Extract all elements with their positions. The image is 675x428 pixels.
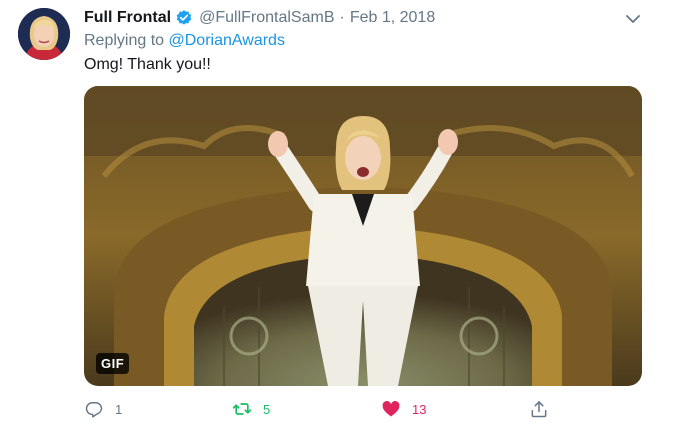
like-button[interactable]: 13	[381, 396, 426, 422]
tweet-text: Omg! Thank you!!	[84, 56, 211, 73]
tweet-media-gif[interactable]: GIF	[84, 86, 642, 386]
share-icon	[531, 401, 547, 418]
tweet-actions: 1 5 13	[84, 396, 554, 422]
avatar[interactable]	[18, 8, 70, 60]
replying-to: Replying to @DorianAwards	[84, 32, 285, 50]
share-button[interactable]	[529, 396, 549, 422]
reply-count: 1	[115, 401, 123, 417]
verified-badge-icon	[175, 9, 193, 27]
gif-badge: GIF	[96, 353, 130, 374]
tweet-header: Full Frontal @FullFrontalSamB · Feb 1, 2…	[84, 8, 435, 28]
tweet[interactable]: Full Frontal @FullFrontalSamB · Feb 1, 2…	[0, 0, 675, 428]
avatar-image	[18, 8, 70, 60]
heart-icon	[382, 401, 400, 417]
user-handle[interactable]: @FullFrontalSamB	[199, 9, 334, 27]
separator-dot: ·	[339, 9, 345, 26]
retweet-icon	[232, 403, 252, 415]
retweet-count: 5	[263, 401, 271, 417]
retweet-button[interactable]: 5	[232, 396, 270, 422]
tweet-date[interactable]: Feb 1, 2018	[350, 9, 435, 27]
reply-button[interactable]: 1	[84, 396, 122, 422]
chevron-down-icon[interactable]	[622, 8, 644, 30]
gif-frame-image	[84, 86, 642, 386]
reply-icon	[85, 402, 103, 418]
replying-to-link[interactable]: @DorianAwards	[169, 32, 285, 49]
display-name[interactable]: Full Frontal	[84, 9, 171, 27]
replying-prefix: Replying to	[84, 32, 169, 49]
like-count: 13	[412, 401, 427, 417]
